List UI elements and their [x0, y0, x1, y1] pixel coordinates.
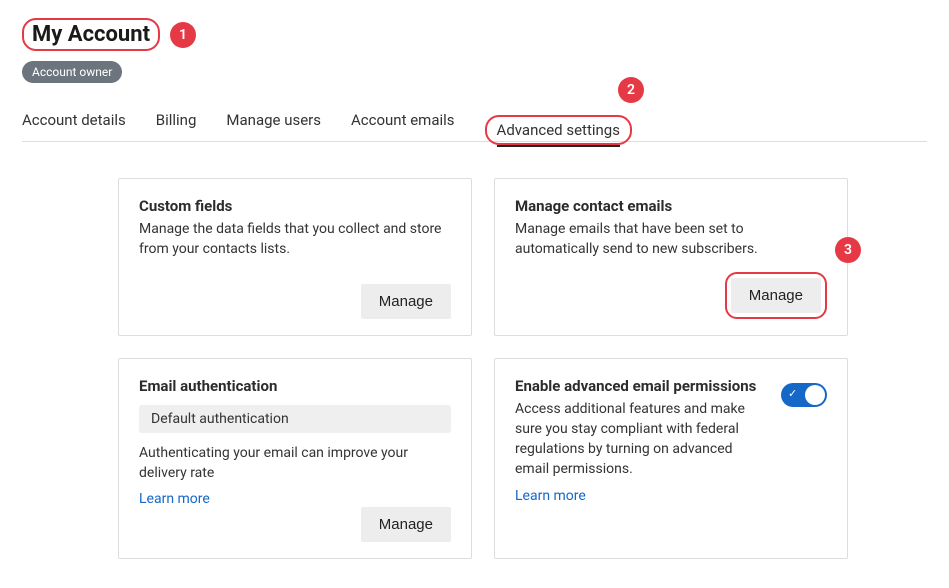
page-title: My Account	[32, 22, 150, 47]
card-title: Custom fields	[139, 197, 451, 215]
card-custom-fields: Custom fields Manage the data fields tha…	[118, 178, 472, 336]
card-description: Authenticating your email can improve yo…	[139, 443, 451, 484]
annotation-badge-1: 1	[170, 22, 196, 48]
card-email-authentication: Email authentication Default authenticat…	[118, 358, 472, 560]
card-title: Manage contact emails	[515, 197, 827, 215]
card-title: Enable advanced email permissions	[515, 377, 767, 395]
card-title: Email authentication	[139, 377, 451, 395]
button-annotation-highlight: Manage	[725, 272, 827, 319]
tab-account-details[interactable]: Account details	[22, 111, 126, 141]
title-annotation-highlight: My Account	[22, 18, 160, 51]
tabs-bar: Account details Billing Manage users Acc…	[22, 111, 927, 142]
advanced-permissions-toggle[interactable]: ✓	[781, 383, 827, 407]
auth-status-chip: Default authentication	[139, 405, 451, 433]
card-description: Manage emails that have been set to auto…	[515, 219, 827, 260]
tab-manage-users[interactable]: Manage users	[226, 111, 321, 141]
card-advanced-email-permissions: Enable advanced email permissions Access…	[494, 358, 848, 560]
tab-billing[interactable]: Billing	[156, 111, 197, 141]
annotation-badge-3: 3	[835, 237, 861, 263]
manage-contact-emails-button[interactable]: Manage	[731, 278, 821, 313]
tab-annotation-highlight: Advanced settings	[485, 115, 632, 145]
learn-more-link[interactable]: Learn more	[515, 488, 586, 504]
card-contact-emails: Manage contact emails Manage emails that…	[494, 178, 848, 336]
check-icon: ✓	[788, 387, 797, 400]
manage-email-auth-button[interactable]: Manage	[361, 507, 451, 542]
role-badge: Account owner	[22, 61, 122, 83]
card-description: Access additional features and make sure…	[515, 399, 767, 480]
toggle-knob	[805, 385, 825, 405]
manage-custom-fields-button[interactable]: Manage	[361, 284, 451, 319]
tab-advanced-settings[interactable]: Advanced settings	[497, 121, 620, 147]
cards-grid: Custom fields Manage the data fields tha…	[22, 142, 927, 559]
tab-account-emails[interactable]: Account emails	[351, 111, 455, 141]
card-description: Manage the data fields that you collect …	[139, 219, 451, 260]
annotation-badge-2: 2	[618, 77, 644, 103]
learn-more-link[interactable]: Learn more	[139, 491, 451, 507]
